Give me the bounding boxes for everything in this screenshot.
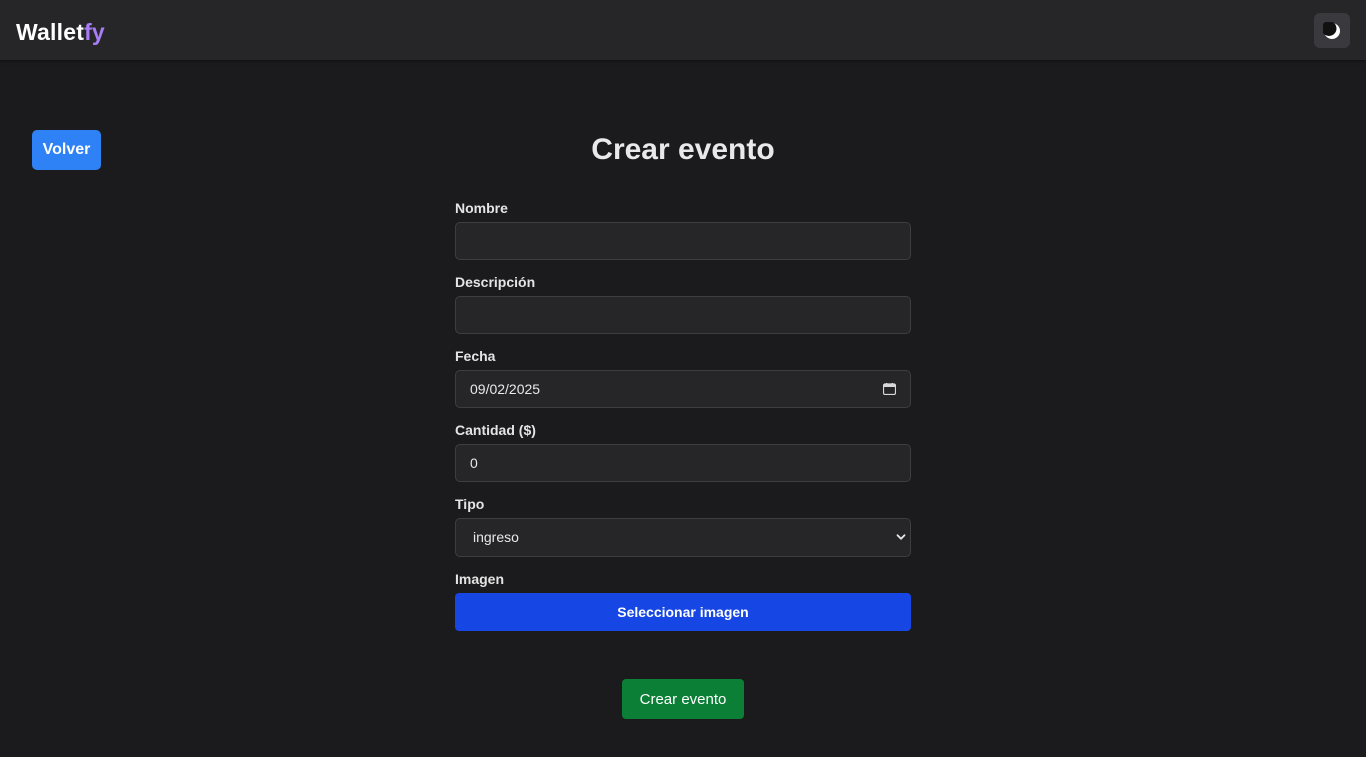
fecha-label: Fecha [455, 348, 496, 364]
fecha-value: 09/02/2025 [470, 381, 541, 397]
nombre-label: Nombre [455, 200, 508, 216]
brand-logo[interactable]: Walletfy [16, 17, 105, 47]
brand-main: Wallet [16, 19, 85, 45]
navbar: Walletfy [0, 0, 1366, 60]
moon-icon [1323, 21, 1340, 39]
cantidad-label: Cantidad ($) [455, 422, 536, 438]
brand-accent: fy [84, 19, 105, 45]
chevron-down-icon [896, 534, 906, 540]
descripcion-input[interactable] [455, 296, 911, 334]
tipo-selected-value: ingreso [473, 529, 519, 545]
calendar-icon[interactable] [883, 383, 896, 395]
select-image-button[interactable]: Seleccionar imagen [455, 593, 911, 631]
cantidad-value: 0 [470, 455, 478, 471]
imagen-label: Imagen [455, 571, 505, 587]
select-image-button-label: Seleccionar imagen [617, 604, 749, 620]
tipo-select[interactable]: ingreso [455, 518, 911, 557]
create-event-button[interactable]: Crear evento [622, 679, 744, 719]
tipo-label: Tipo [455, 496, 485, 512]
create-event-button-label: Crear evento [639, 690, 727, 708]
descripcion-label: Descripción [455, 274, 536, 290]
page-title: Crear evento [591, 133, 775, 166]
fecha-input[interactable]: 09/02/2025 [455, 370, 911, 408]
theme-toggle-button[interactable] [1314, 13, 1350, 48]
nombre-input[interactable] [455, 222, 911, 260]
cantidad-input[interactable]: 0 [455, 444, 911, 482]
